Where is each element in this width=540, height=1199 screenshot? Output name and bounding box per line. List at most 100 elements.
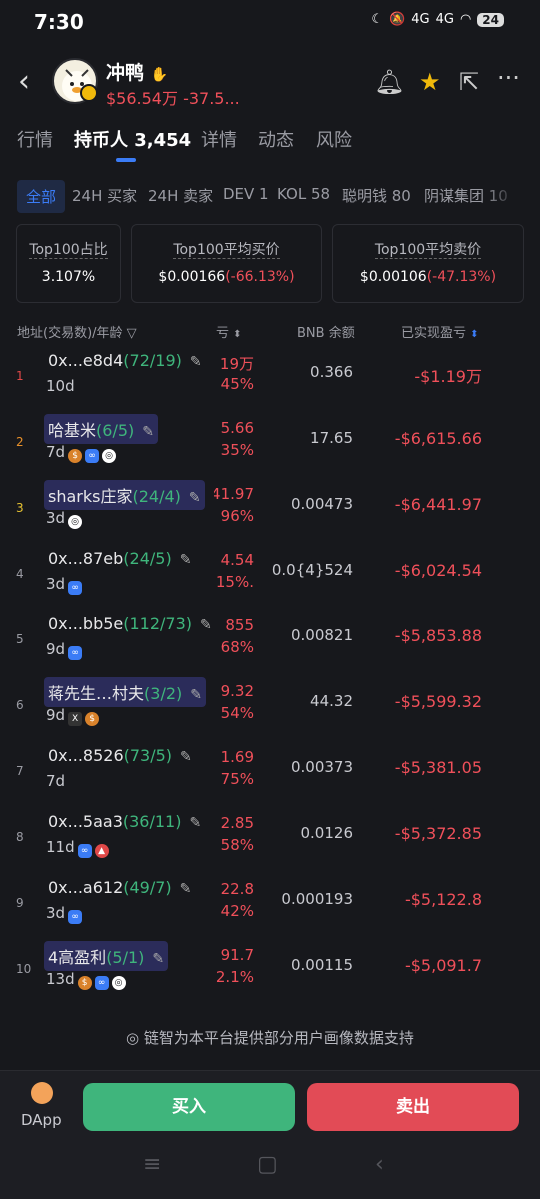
sort-icon[interactable]: ⬍ [470, 329, 478, 340]
sell-button[interactable]: 卖出 [307, 1083, 519, 1131]
dapp-icon[interactable] [31, 1082, 53, 1104]
link-icon: ∞ [68, 910, 83, 924]
holder-age: 9d ∞ [46, 640, 83, 660]
holder-row[interactable]: 6 蒋先生…村夫(3/2) ✎ 9d X $ 9.32 54% 44.32 -$5,5… [0, 674, 540, 740]
filter-kol[interactable]: KOL 58 [277, 185, 330, 203]
filter-24h-sellers[interactable]: 24H 卖家 [148, 185, 213, 206]
edit-icon[interactable]: ✎ [190, 354, 202, 370]
tab-indicator [116, 158, 136, 162]
holder-address[interactable]: 0x...8526(73/5) ✎ [48, 746, 192, 765]
tab-holders[interactable]: 持币人 3,454 [74, 126, 191, 152]
tab-activity[interactable]: 动态 [258, 126, 294, 152]
holder-row[interactable]: 10 4高盈利(5/1) ✎ 13d $ ∞ ◎ 91.7 2.1% 0.00115 -… [0, 938, 540, 1004]
battery-icon: 24 [477, 12, 504, 27]
holder-row[interactable]: 5 0x...bb5e(112/73) ✎ 9d ∞ 855 68% 0.00821… [0, 608, 540, 674]
column-header-pnl[interactable]: 亏 ⬍ [216, 322, 242, 341]
holder-pnl-value: 91.7 [220, 946, 254, 964]
edit-icon[interactable]: ✎ [180, 552, 192, 568]
home-nav-key[interactable]: ▢ [257, 1152, 278, 1177]
edit-icon[interactable]: ✎ [200, 617, 212, 633]
data-source-note: ◎ 链智为本平台提供部分用户画像数据支持 [126, 1029, 414, 1047]
holder-realized-pnl: -$5,122.8 [404, 890, 482, 909]
filter-24h-buyers[interactable]: 24H 买家 [72, 185, 137, 206]
holder-age: 7d [46, 772, 66, 790]
stat-card-top100-avg-buy: Top100平均买价 $0.00166(-66.13%) [131, 224, 322, 303]
holder-address[interactable]: 0x...e8d4(72/19) ✎ [48, 351, 202, 370]
dapp-label[interactable]: DApp [21, 1111, 62, 1129]
stat-card-top100-avg-sell: Top100平均卖价 $0.00106(-47.13%) [332, 224, 524, 303]
sort-icon[interactable]: ⬍ [233, 329, 241, 340]
edit-icon[interactable]: ✎ [152, 951, 164, 967]
holder-pnl-percent: 45% [220, 375, 254, 393]
back-button[interactable]: ‹ [18, 64, 30, 99]
holder-row[interactable]: 7 0x...8526(73/5) ✎ 7d 1.69 75% 0.00373 -… [0, 740, 540, 806]
holder-address[interactable]: sharks庄家(24/4) ✎ [44, 480, 205, 510]
holder-bnb-balance: 0.366 [310, 363, 353, 381]
holder-address[interactable]: 0x...bb5e(112/73) ✎ [48, 614, 212, 633]
filter-dev[interactable]: DEV 1 [223, 185, 269, 203]
holder-row[interactable]: 8 0x...5aa3(36/11) ✎ 11d ∞ ▲ 2.85 58% 0.012… [0, 806, 540, 872]
buy-button[interactable]: 买入 [83, 1083, 295, 1131]
bag-icon: $ [68, 449, 83, 463]
tab-risk[interactable]: 风险 [316, 126, 352, 152]
holder-address[interactable]: 哈基米(6/5) ✎ [44, 414, 158, 444]
hand-icon: ✋ [150, 67, 169, 83]
holder-rank: 10 [16, 962, 32, 976]
holder-address[interactable]: 0x...87eb(24/5) ✎ [48, 549, 191, 568]
x-icon: X [68, 712, 83, 726]
holder-row[interactable]: 3 sharks庄家(24/4) ✎ 3d ◎ 41.97 96% 0.00473 … [0, 477, 540, 543]
menu-nav-key[interactable]: ≡ [143, 1152, 161, 1177]
holder-pnl-percent: 54% [220, 704, 254, 722]
filter-icon[interactable]: ▽ [127, 326, 137, 341]
column-header-address[interactable]: 地址(交易数)/年龄 ▽ [17, 322, 137, 341]
filter-fade [484, 176, 540, 212]
back-nav-key[interactable]: ‹ [375, 1152, 384, 1177]
holder-address[interactable]: 蒋先生…村夫(3/2) ✎ [44, 677, 206, 707]
holder-rank: 5 [16, 632, 24, 646]
edit-icon[interactable]: ✎ [189, 490, 201, 506]
holder-realized-pnl: -$5,599.32 [394, 692, 482, 711]
column-header-realized[interactable]: 已实现盈亏 ⬍ [401, 322, 479, 341]
edit-icon[interactable]: ✎ [190, 687, 202, 703]
share-icon[interactable]: ⇱ [459, 68, 479, 96]
stat-change: (-66.13%) [225, 269, 295, 285]
edit-icon[interactable]: ✎ [189, 815, 201, 831]
holder-pnl-percent: 68% [220, 638, 254, 656]
token-price: $56.54万 -37.5... [106, 89, 240, 108]
holder-realized-pnl: -$1.19万 [414, 367, 482, 386]
holder-address[interactable]: 0x...5aa3(36/11) ✎ [48, 812, 201, 831]
holder-pnl-value: 1.69 [220, 748, 254, 766]
filter-smart-money[interactable]: 聪明钱 80 [342, 185, 411, 206]
tab-market[interactable]: 行情 [17, 126, 53, 152]
holder-row[interactable]: 9 0x...a612(49/7) ✎ 3d ∞ 22.8 42% 0.000193… [0, 872, 540, 938]
holder-realized-pnl: -$6,441.97 [394, 495, 482, 514]
holder-age: 3d ◎ [46, 509, 83, 529]
edit-icon[interactable]: ✎ [180, 749, 192, 765]
holder-pnl-percent: 96% [220, 507, 254, 525]
holder-trades: (36/11) [122, 812, 182, 831]
holder-realized-pnl: -$5,381.05 [394, 758, 482, 777]
more-icon[interactable]: ··· [497, 64, 520, 92]
holder-row[interactable]: 4 0x...87eb(24/5) ✎ 3d ∞ 4.54 .15% 0.0{4}5… [0, 543, 540, 609]
edit-icon[interactable]: ✎ [142, 424, 154, 440]
status-time: 7:30 [34, 10, 84, 34]
stat-change: (-47.13%) [426, 269, 497, 285]
holder-row[interactable]: 1 0x...e8d4(72/19) ✎ 10d 19万 45% 0.366 -$… [0, 345, 540, 411]
star-icon[interactable]: ★ [419, 68, 441, 96]
holder-bnb-balance: 0.0126 [300, 824, 354, 842]
bell-icon[interactable]: 🔔︎ [374, 68, 404, 96]
holder-address[interactable]: 0x...a612(49/7) ✎ [48, 878, 191, 897]
holder-bnb-balance: 0.00473 [290, 495, 353, 513]
stat-card-top100-share: Top100占比 3.107% [16, 224, 121, 303]
holder-row[interactable]: 2 哈基米(6/5) ✎ 7d $ ∞ ◎ 5.66 35% 17.65 -$6,615… [0, 411, 540, 477]
tab-details[interactable]: 详情 [201, 126, 237, 152]
holder-trades: (73/5) [123, 746, 173, 765]
edit-icon[interactable]: ✎ [180, 881, 192, 897]
holder-bnb-balance: 0.00115 [290, 956, 353, 974]
holder-bnb-balance: 44.32 [310, 692, 353, 710]
holder-trades: (49/7) [123, 878, 172, 897]
stat-label: Top100平均买价 [173, 242, 280, 259]
holder-address[interactable]: 4高盈利(5/1) ✎ [44, 941, 169, 971]
status-icons: ☾ 🔕 4G 4G ◠ 24 [371, 12, 504, 27]
filter-all[interactable]: 全部 [17, 180, 66, 213]
